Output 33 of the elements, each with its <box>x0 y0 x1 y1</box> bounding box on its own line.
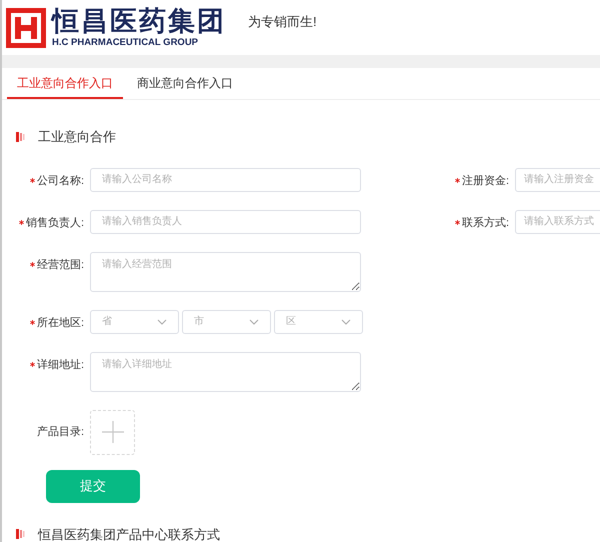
field-label: 所在地区: <box>36 316 84 330</box>
field-label: 详细地址: <box>36 358 84 372</box>
select-dropdown[interactable]: 市 <box>182 310 271 334</box>
select-dropdown[interactable]: 区 <box>274 310 363 334</box>
field-label: 联系方式: <box>462 216 509 230</box>
slogan: 为专销而生! <box>248 13 317 31</box>
chevron-down-icon <box>157 318 167 324</box>
chevron-down-icon <box>341 318 351 324</box>
input-field[interactable]: 请输入注册资金 <box>515 168 600 192</box>
field-label: 公司名称: <box>36 174 84 188</box>
input-field[interactable]: 请输入公司名称 <box>90 168 361 192</box>
chevron-down-icon <box>249 318 259 324</box>
field-label: 经营范围: <box>36 258 84 272</box>
field-label: 注册资金: <box>462 174 509 188</box>
text-area[interactable]: 请输入详细地址 <box>90 352 361 392</box>
tab[interactable]: 商业意向合作入口 <box>127 68 243 99</box>
field-label: 产品目录: <box>36 424 84 440</box>
field-label: 销售负责人: <box>26 216 84 230</box>
section-marker-icon <box>16 529 25 540</box>
upload-box[interactable] <box>90 410 135 454</box>
section-title: 工业意向合作 <box>38 128 116 146</box>
tab[interactable]: 工业意向合作入口 <box>7 68 123 99</box>
input-field[interactable]: 请输入联系方式 <box>515 210 600 234</box>
select-dropdown[interactable]: 省 <box>90 310 179 334</box>
logo-icon <box>6 8 46 48</box>
section-title: 恒昌医药集团产品中心联系方式 <box>38 526 220 542</box>
brand-tagline: H.C PHARMACEUTICAL GROUP <box>52 38 200 48</box>
submit-button[interactable]: 提交 <box>46 470 140 502</box>
section-marker-icon <box>16 132 25 142</box>
plus-icon <box>102 421 124 443</box>
text-area[interactable]: 请输入经营范围 <box>90 252 361 292</box>
input-field[interactable]: 请输入销售负责人 <box>90 210 361 234</box>
brand-name: 恒昌医药集团 <box>52 8 226 35</box>
